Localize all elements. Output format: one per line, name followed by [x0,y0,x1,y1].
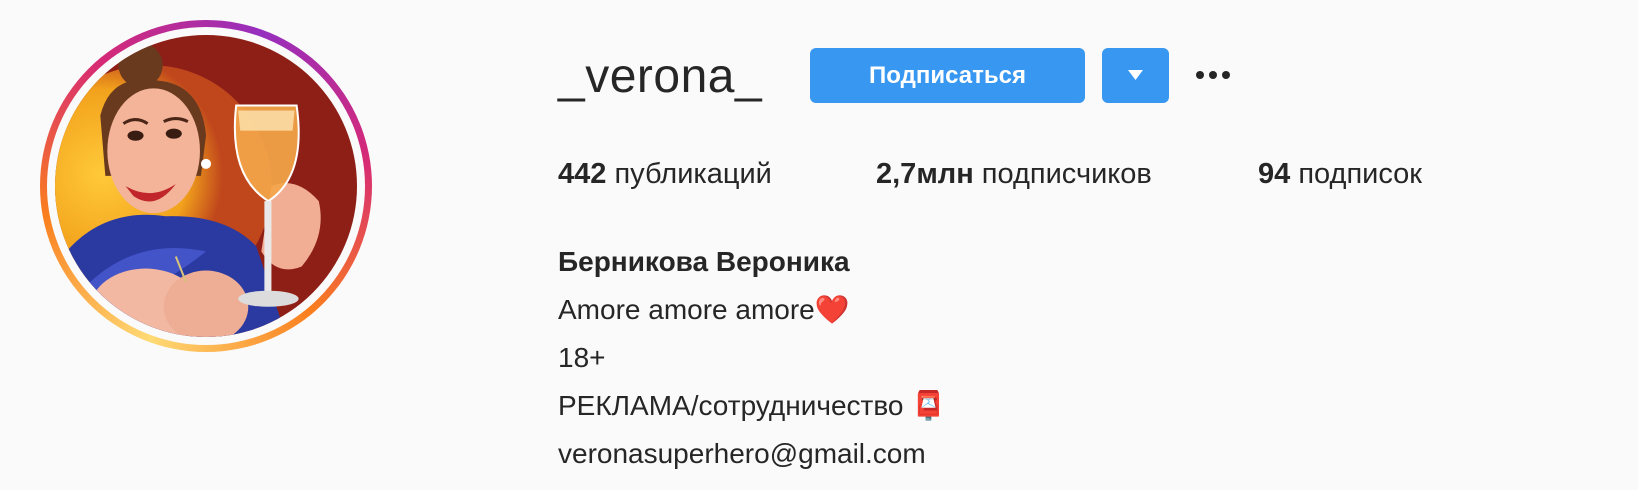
full-name: Берникова Вероника [558,246,850,277]
chevron-down-icon [1128,70,1143,80]
bio-email[interactable]: veronasuperhero@gmail.com [558,430,946,478]
following-stat[interactable]: 94 подписок [1258,156,1422,192]
suggested-accounts-button[interactable] [1102,48,1169,103]
avatar-illustration [55,35,357,337]
posts-stat: 442 публикаций [558,156,772,192]
bio-line: РЕКЛАМА/сотрудничество 📮 [558,390,947,421]
followers-count: 2,7млн [876,158,974,190]
followers-stat[interactable]: 2,7млн подписчиков [876,156,1152,192]
profile-info: _verona_ Подписаться 442 публикаций 2,7м… [558,0,1618,490]
bio-line: Amore amore amore❤️ [558,294,850,325]
follow-button[interactable]: Подписаться [810,48,1085,103]
posts-count: 442 [558,158,607,190]
posts-label: публикаций [614,158,772,190]
following-count: 94 [1258,158,1291,190]
bio-line: 18+ [558,342,606,373]
username: _verona_ [558,50,763,103]
following-label: подписок [1298,158,1422,190]
story-ring[interactable] [40,20,372,352]
avatar[interactable] [55,35,357,337]
followers-label: подписчиков [981,158,1152,190]
avatar-border [47,27,365,345]
profile-bio: Берникова Вероника Amore amore amore❤️ 1… [558,238,946,478]
more-options-button[interactable] [1192,60,1242,90]
more-options-icon [1196,71,1230,79]
